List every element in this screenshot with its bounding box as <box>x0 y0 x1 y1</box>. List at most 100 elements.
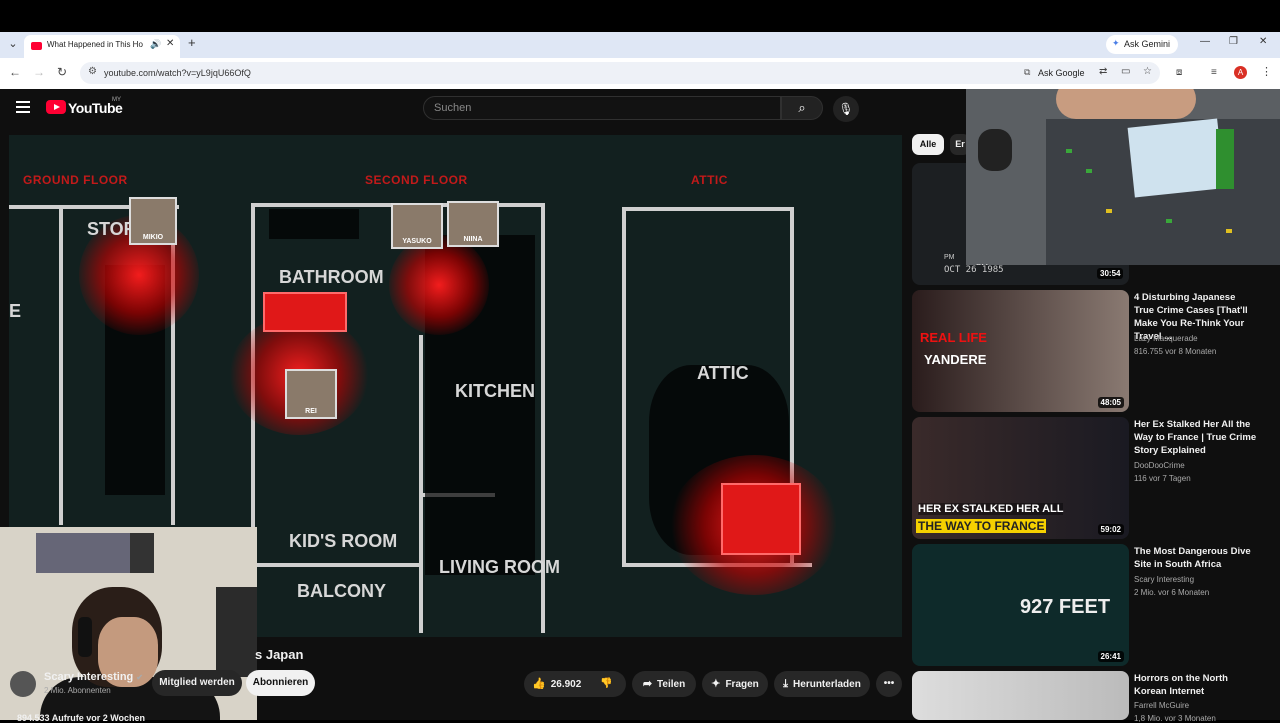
lego-brick <box>1226 229 1232 233</box>
bathtub-highlight <box>263 292 347 332</box>
like-dislike-group: 👍 26.902 👎 <box>524 671 626 697</box>
recommendation-meta: 1,8 Mio. vor 3 Monaten <box>1134 714 1216 723</box>
restore-icon[interactable]: ❐ <box>1229 36 1238 47</box>
recommendation-meta: 2 Mio. vor 6 Monaten <box>1134 588 1210 597</box>
thumb-text: THE WAY TO FRANCE <box>916 519 1047 533</box>
share-label: Teilen <box>657 679 686 690</box>
room-label: ATTIC <box>697 363 749 383</box>
join-button[interactable]: Mitglied werden <box>152 670 242 696</box>
search-button[interactable]: ⌕ <box>781 96 823 120</box>
floor-label: GROUND FLOOR <box>23 173 128 187</box>
thumb-text: HER EX STALKED HER ALL <box>918 503 1064 515</box>
picture-in-picture-video[interactable]: PM <box>966 89 1280 265</box>
channel-avatar[interactable] <box>10 671 36 697</box>
verified-icon: ✔ <box>136 673 143 682</box>
video-duration: 30:54 <box>1097 268 1124 279</box>
recommendation-channel[interactable]: DooDooCrime <box>1134 461 1185 470</box>
recommendation-meta: 816.755 vor 8 Monaten <box>1134 347 1217 356</box>
ask-gemini-button[interactable]: ✦ Ask Gemini <box>1106 35 1178 54</box>
search-icon: ⌕ <box>798 100 806 115</box>
minimize-icon[interactable]: — <box>1200 36 1210 47</box>
video-duration: 59:02 <box>1097 524 1124 535</box>
headphones-icon <box>78 617 92 657</box>
lego-brick <box>1066 149 1072 153</box>
recommendation-title[interactable]: Horrors on the North Korean Internet <box>1134 672 1258 698</box>
recommendation-meta: 116 vor 7 Tagen <box>1134 474 1191 483</box>
photo-label: REI <box>305 408 317 415</box>
channel-name-text: Scary Interesting <box>44 671 134 683</box>
cast-icon[interactable]: ▭ <box>1121 66 1130 77</box>
media-controls-icon[interactable]: ≡ <box>1211 67 1217 78</box>
address-bar[interactable]: ⚙ youtube.com/watch?v=yL9jqU66OfQ ⧉ Ask G… <box>80 62 1160 84</box>
mouse-image <box>978 129 1012 171</box>
new-tab-button[interactable]: + <box>188 35 196 50</box>
chip-all[interactable]: Alle <box>912 134 944 155</box>
download-button[interactable]: ⤓ Herunterladen <box>774 671 870 697</box>
recommendation-title[interactable]: Her Ex Stalked Her All the Way to France… <box>1134 418 1258 457</box>
gemini-star-icon: ✦ <box>1112 38 1120 48</box>
reload-icon[interactable]: ↻ <box>57 65 67 79</box>
view-count: 894.533 Aufrufe vor 2 Wochen <box>17 713 146 723</box>
menu-hamburger-icon[interactable] <box>16 101 30 113</box>
chrome-menu-icon[interactable]: ⋮ <box>1261 65 1272 78</box>
victim-photo: YASUKO <box>391 203 443 249</box>
room-label: E <box>9 301 22 321</box>
recommendation-thumbnail[interactable]: HER EX STALKED HER ALL THE WAY TO FRANCE… <box>912 417 1129 539</box>
subscribe-button[interactable]: Abonnieren <box>246 670 315 696</box>
translate-icon[interactable]: ⇄ <box>1099 66 1107 77</box>
close-tab-icon[interactable]: ✕ <box>166 38 174 49</box>
browser-tab[interactable]: What Happened in This Ho 🔊 ✕ <box>24 35 180 58</box>
hand-image <box>1056 89 1196 119</box>
photo-label: YASUKO <box>402 238 432 245</box>
back-icon[interactable]: ← <box>9 65 21 79</box>
recommendation-channel[interactable]: Lazy Masquerade <box>1134 334 1198 343</box>
recommendation-thumbnail[interactable]: REAL LIFE YANDERE 48:05 <box>912 290 1129 412</box>
extensions-icon[interactable]: ⧈ <box>1176 67 1182 78</box>
floorplan-wall <box>622 207 626 567</box>
lego-brick <box>1086 169 1092 173</box>
recommendation-thumbnail[interactable]: 927 FEET 26:41 <box>912 544 1129 666</box>
ask-google-button[interactable]: ⧉ Ask Google <box>1022 65 1091 81</box>
download-label: Herunterladen <box>793 679 861 690</box>
like-icon[interactable]: 👍 <box>532 678 546 690</box>
ask-google-label: Ask Google <box>1038 68 1085 78</box>
ask-gemini-label: Ask Gemini <box>1124 39 1171 49</box>
lens-icon: ⧉ <box>1024 67 1031 77</box>
lego-brick <box>1216 129 1234 189</box>
ask-button[interactable]: ✦ Fragen <box>702 671 768 697</box>
more-actions-icon[interactable]: ••• <box>876 671 902 697</box>
video-title: s Japan <box>255 647 304 662</box>
search-input[interactable]: Suchen <box>423 96 781 120</box>
youtube-logo-icon[interactable] <box>46 100 66 114</box>
like-count[interactable]: 26.902 <box>551 679 582 690</box>
forward-icon[interactable]: → <box>33 65 45 79</box>
recommendation-channel[interactable]: Farrell McGuire <box>1134 701 1189 710</box>
photo-label: NIINA <box>463 236 483 243</box>
monitor-image <box>216 587 257 677</box>
share-button[interactable]: ➦ Teilen <box>632 671 696 697</box>
room-label: KITCHEN <box>455 381 535 401</box>
recommendation-thumbnail[interactable] <box>912 671 1129 720</box>
country-code: MY <box>112 97 121 103</box>
speaker-icon[interactable]: 🔊 <box>150 39 161 50</box>
victim-photo: NIINA <box>447 201 499 247</box>
url-text: youtube.com/watch?v=yL9jqU66OfQ <box>104 68 251 78</box>
tab-search-icon[interactable]: ⌄ <box>6 37 20 51</box>
site-info-icon[interactable]: ⚙ <box>88 66 97 77</box>
victim-photo: REI <box>285 369 337 419</box>
channel-name[interactable]: Scary Interesting ✔ <box>44 671 143 683</box>
recommendation-title[interactable]: The Most Dangerous Dive Site in South Af… <box>1134 545 1258 571</box>
thumb-text: YANDERE <box>924 352 987 367</box>
dislike-icon[interactable]: 👎 <box>600 671 612 697</box>
voice-search-icon[interactable]: 🎙 <box>833 96 859 122</box>
bookmark-star-icon[interactable]: ☆ <box>1143 66 1152 77</box>
close-window-icon[interactable]: ✕ <box>1259 36 1267 47</box>
room-label: BATHROOM <box>279 267 384 287</box>
attic-box-highlight <box>721 483 801 555</box>
youtube-favicon-icon <box>31 42 42 50</box>
video-duration: 48:05 <box>1097 397 1124 408</box>
floorplan-wall <box>622 207 792 211</box>
recommendation-channel[interactable]: Scary Interesting <box>1134 575 1194 584</box>
profile-avatar[interactable]: A <box>1234 66 1247 79</box>
pip-stamp-prefix-label: PM <box>944 254 955 261</box>
